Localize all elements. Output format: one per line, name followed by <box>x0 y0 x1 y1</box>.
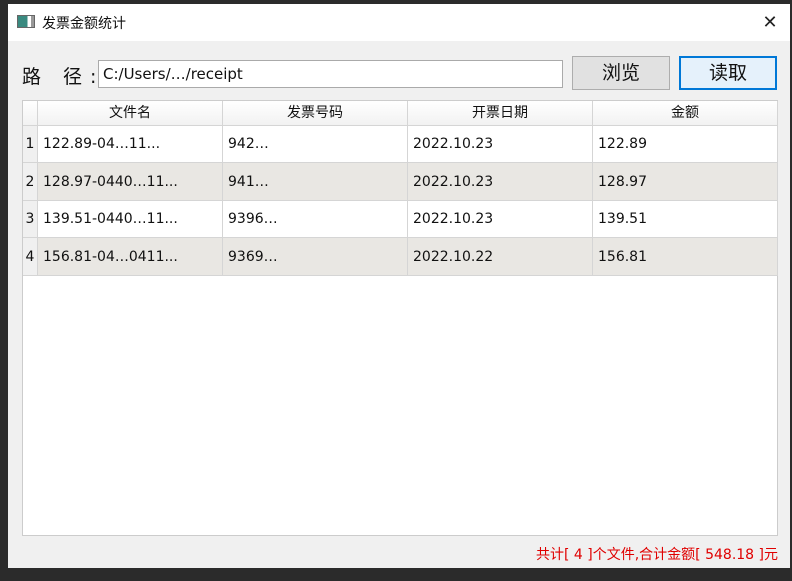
table-cell-amount[interactable]: 156.81 <box>593 238 778 276</box>
header-amount[interactable]: 金额 <box>593 101 778 126</box>
table-cell-file[interactable]: 156.81-04…0411... <box>38 238 223 276</box>
path-input[interactable]: C:/Users/…/receipt <box>98 60 563 88</box>
row-header[interactable]: 1 <box>23 126 38 163</box>
row-header[interactable]: 4 <box>23 238 38 276</box>
row-header[interactable]: 2 <box>23 163 38 201</box>
table-cell-number[interactable]: 9369… <box>223 238 408 276</box>
corner-header[interactable] <box>23 101 38 126</box>
app-icon <box>17 15 35 28</box>
table-cell-date[interactable]: 2022.10.23 <box>408 163 593 201</box>
table-cell-date[interactable]: 2022.10.23 <box>408 126 593 163</box>
table-cell-number[interactable]: 9396… <box>223 201 408 238</box>
title-bar: 发票金额统计 ✕ <box>8 4 790 41</box>
table-cell-number[interactable]: 942… <box>223 126 408 163</box>
header-filename[interactable]: 文件名 <box>38 101 223 126</box>
browse-button[interactable]: 浏览 <box>572 56 670 90</box>
table-cell-file[interactable]: 139.51-0440…11... <box>38 201 223 238</box>
table-cell-amount[interactable]: 122.89 <box>593 126 778 163</box>
invoice-table: 文件名 发票号码 开票日期 金额 1 122.89-04…11... 942… 202… <box>22 100 778 536</box>
row-header[interactable]: 3 <box>23 201 38 238</box>
table-cell-file[interactable]: 128.97-0440…11... <box>38 163 223 201</box>
read-button[interactable]: 读取 <box>679 56 777 90</box>
status-summary: 共计[ 4 ]个文件,合计金额[ 548.18 ]元 <box>536 547 778 563</box>
table-cell-amount[interactable]: 128.97 <box>593 163 778 201</box>
table-cell-date[interactable]: 2022.10.22 <box>408 238 593 276</box>
table-cell-number[interactable]: 941… <box>223 163 408 201</box>
main-window: 发票金额统计 ✕ 路 径: C:/Users/…/receipt 浏览 读取 文… <box>8 4 790 568</box>
table-cell-amount[interactable]: 139.51 <box>593 201 778 238</box>
window-title: 发票金额统计 <box>42 16 126 32</box>
close-button[interactable]: ✕ <box>750 4 790 41</box>
path-label: 路 径: <box>22 66 105 88</box>
table-cell-date[interactable]: 2022.10.23 <box>408 201 593 238</box>
header-invoice-number[interactable]: 发票号码 <box>223 101 408 126</box>
header-date[interactable]: 开票日期 <box>408 101 593 126</box>
table-cell-file[interactable]: 122.89-04…11... <box>38 126 223 163</box>
